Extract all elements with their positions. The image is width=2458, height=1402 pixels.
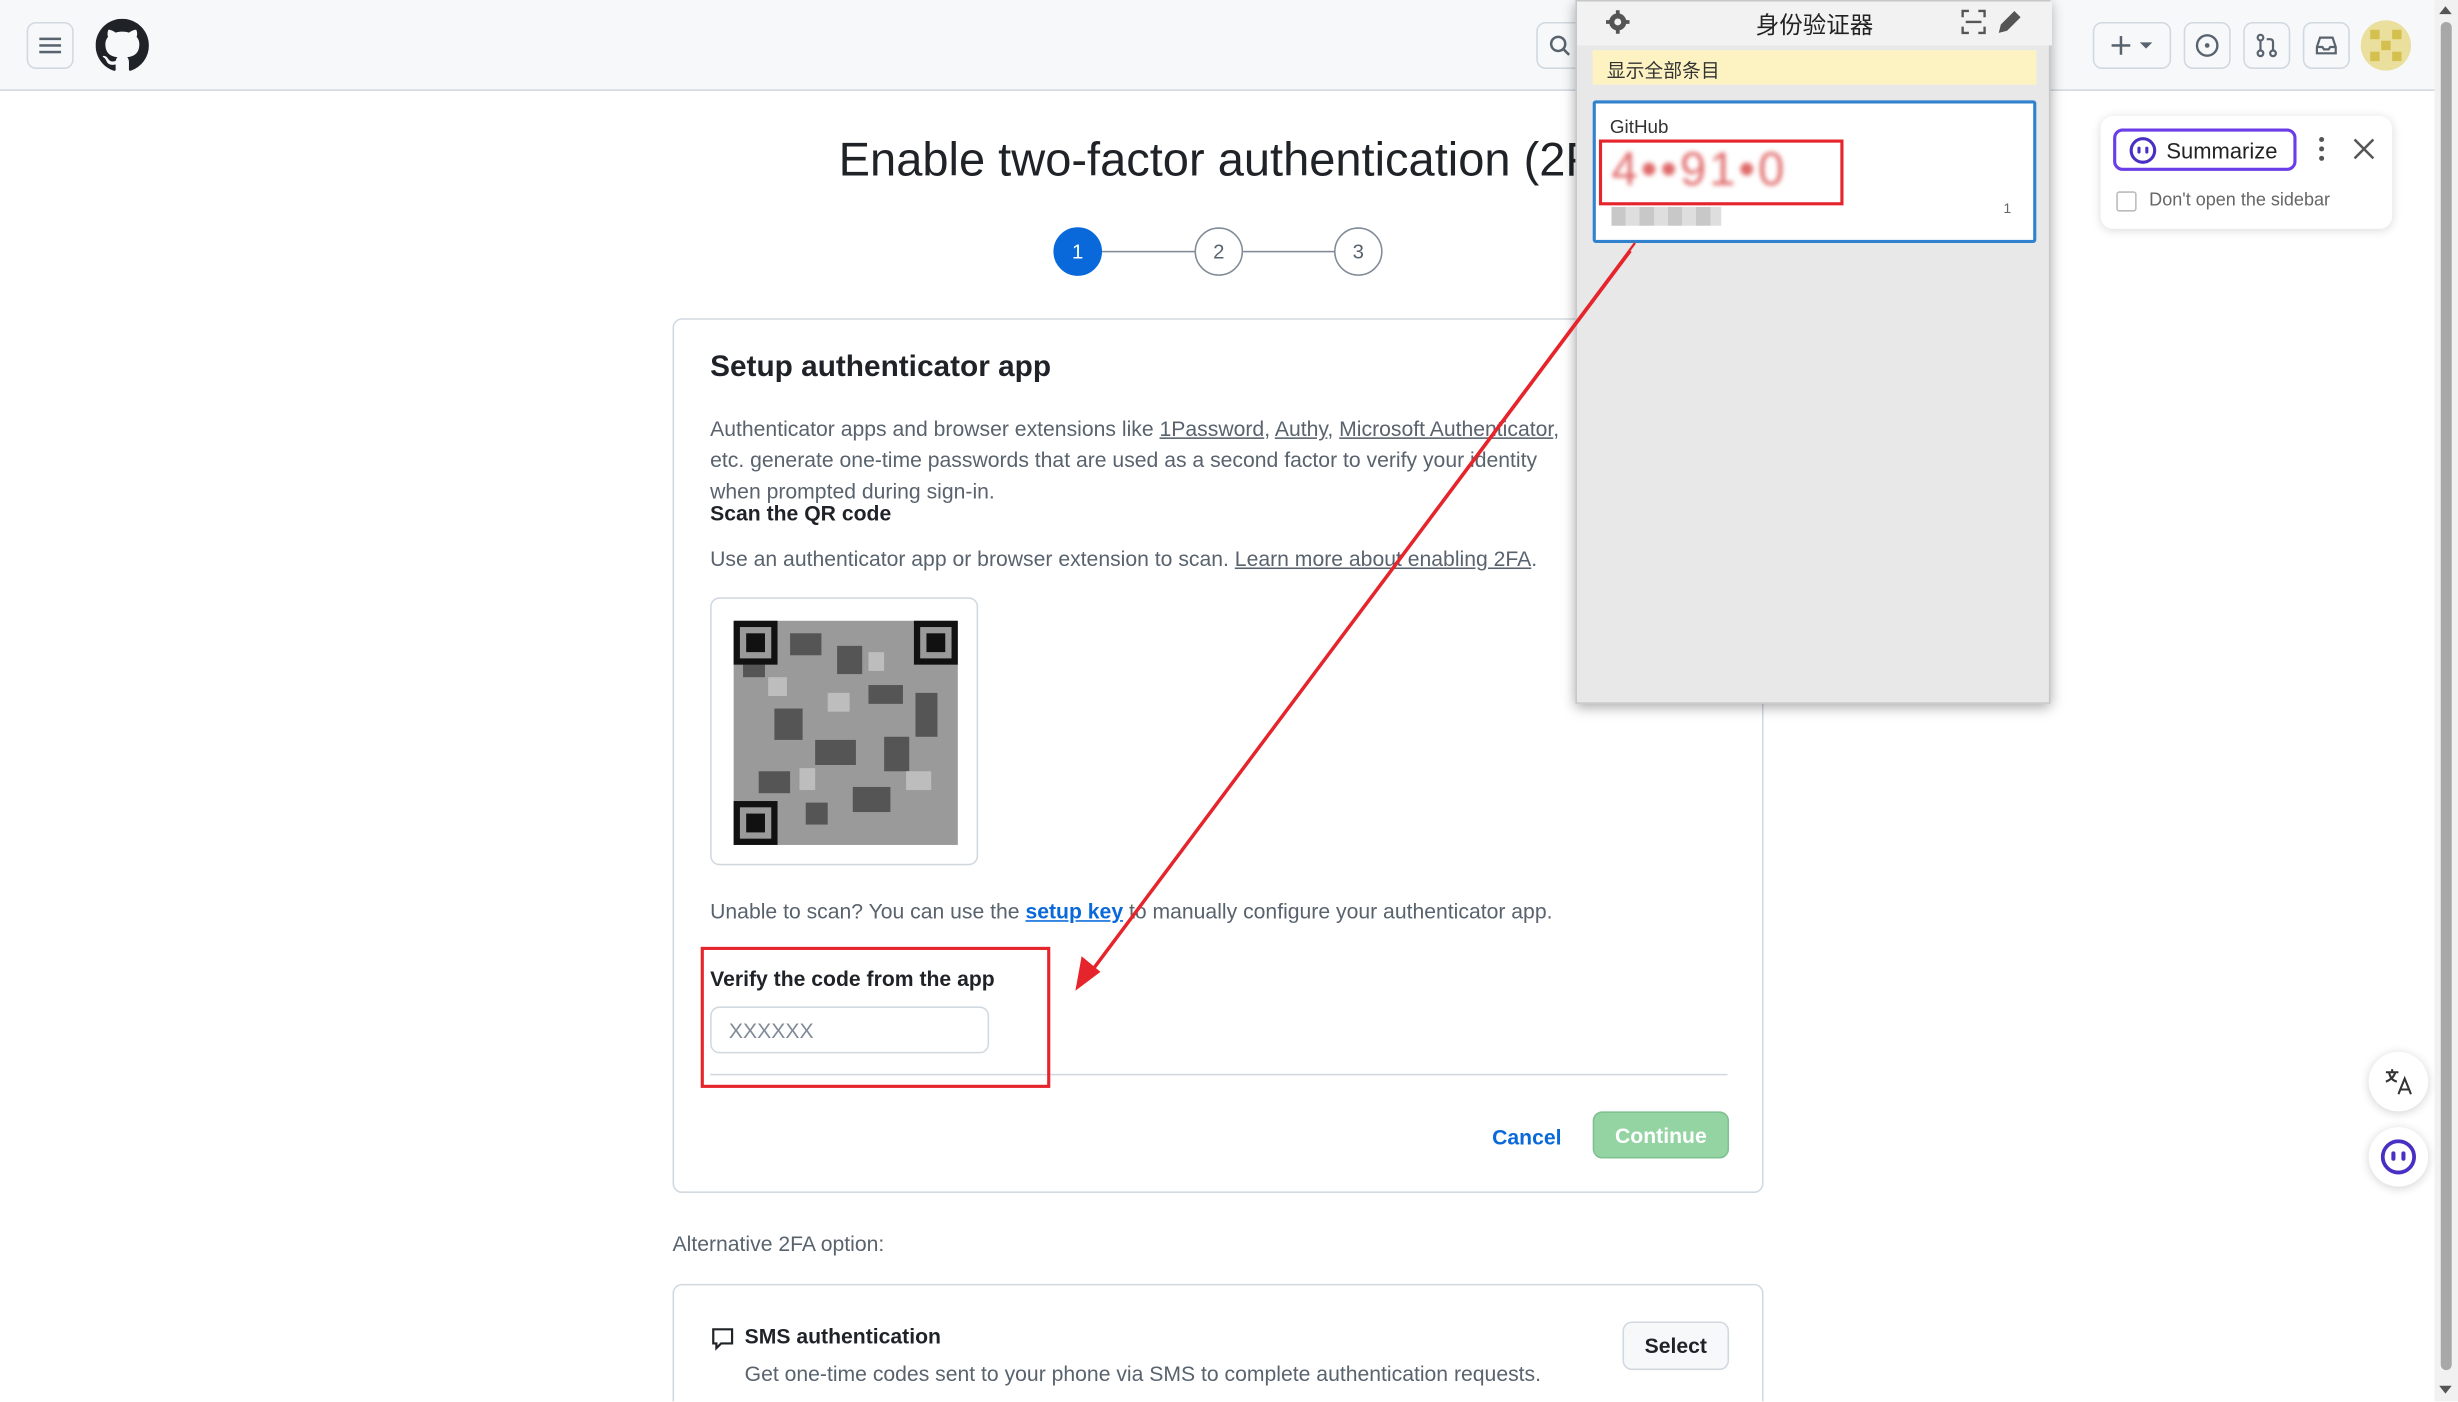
- dont-open-sidebar-checkbox[interactable]: [2116, 191, 2137, 212]
- pencil-icon[interactable]: [1997, 9, 2022, 34]
- continue-button[interactable]: Continue: [1592, 1111, 1730, 1159]
- sms-title: SMS authentication: [744, 1324, 941, 1349]
- comment-icon: [712, 1328, 734, 1351]
- step-1: 1: [1053, 227, 1103, 276]
- issue-opened-icon: [2195, 34, 2219, 57]
- screen: Enable two-factor authentication (2FA) 1…: [0, 0, 2458, 1402]
- desc-separator: ,: [1327, 416, 1340, 441]
- cancel-button[interactable]: Cancel: [1481, 1113, 1572, 1160]
- link-1password[interactable]: 1Password: [1160, 417, 1265, 441]
- link-microsoft-authenticator[interactable]: Microsoft Authenticator: [1339, 417, 1553, 441]
- popup-header: 身份验证器: [1577, 1, 2052, 46]
- otp-account-redacted: [1611, 206, 1722, 226]
- menu-button[interactable]: [26, 21, 74, 69]
- caret-down-icon: [2139, 42, 2153, 49]
- stepper-connector: [1243, 250, 1336, 253]
- summarize-panel: Summarize Don't open the sidebar: [2100, 116, 2393, 229]
- vertical-scrollbar[interactable]: [2434, 0, 2458, 1402]
- summarize-button[interactable]: Summarize: [2113, 128, 2297, 171]
- setup-key-link[interactable]: setup key: [1025, 900, 1123, 924]
- annotation-highlight-code: [1598, 139, 1844, 206]
- issues-button[interactable]: [2183, 21, 2231, 69]
- sms-description: Get one-time codes sent to your phone vi…: [744, 1362, 1542, 1386]
- otp-issuer: GitHub: [1609, 116, 1669, 138]
- avatar[interactable]: [2360, 20, 2411, 71]
- unable-prefix: Unable to scan? You can use the: [710, 899, 1026, 924]
- select-sms-button[interactable]: Select: [1622, 1321, 1730, 1371]
- desc-text: Authenticator apps and browser extension…: [710, 416, 1160, 441]
- github-logo-icon[interactable]: [95, 18, 149, 72]
- pull-requests-button[interactable]: [2243, 21, 2291, 69]
- create-new-button[interactable]: [2092, 21, 2172, 69]
- summarize-label: Summarize: [2166, 137, 2278, 163]
- link-authy[interactable]: Authy: [1275, 417, 1328, 441]
- scan-period: .: [1531, 547, 1538, 571]
- hamburger-icon: [39, 37, 62, 54]
- learn-more-link[interactable]: Learn more about enabling 2FA: [1235, 547, 1531, 571]
- stepper-connector: [1102, 250, 1195, 253]
- global-header: [0, 0, 2435, 91]
- sms-option-card: SMS authentication Get one-time codes se…: [672, 1283, 1764, 1402]
- assistant-face-icon: [2380, 1139, 2416, 1175]
- authenticator-extension-popup: 身份验证器 显示全部条目 GitHub 4••91•0 1: [1575, 0, 2052, 704]
- scan-text: Use an authenticator app or browser exte…: [710, 547, 1235, 571]
- inbox-button[interactable]: [2302, 21, 2350, 69]
- inbox-icon: [2315, 36, 2337, 55]
- search-icon: [1549, 35, 1571, 56]
- card-title: Setup authenticator app: [710, 351, 1052, 385]
- qr-code: [710, 597, 979, 866]
- assistant-float-button[interactable]: [2368, 1127, 2429, 1187]
- show-all-entries-notice[interactable]: 显示全部条目: [1592, 50, 2037, 85]
- card-description: Authenticator apps and browser extension…: [710, 414, 1588, 508]
- close-icon[interactable]: [2351, 135, 2376, 163]
- qr-code-image: [733, 620, 958, 845]
- scroll-down-arrow[interactable]: [2439, 1385, 2452, 1394]
- unable-suffix: to manually configure your authenticator…: [1123, 899, 1553, 924]
- stepper: 1 2 3: [1053, 227, 1385, 277]
- step-2: 2: [1194, 227, 1244, 276]
- kebab-menu-icon[interactable]: [2309, 135, 2334, 163]
- translate-button[interactable]: [2368, 1051, 2429, 1112]
- scan-qr-heading: Scan the QR code: [710, 501, 892, 526]
- scroll-thumb[interactable]: [2440, 21, 2452, 1371]
- plus-icon: [2111, 36, 2131, 55]
- step-3: 3: [1334, 227, 1383, 276]
- assistant-face-icon: [2129, 136, 2157, 164]
- scan-instructions: Use an authenticator app or browser exte…: [710, 547, 1537, 571]
- translate-icon: [2385, 1069, 2412, 1095]
- page-title: Enable two-factor authentication (2FA): [838, 134, 1639, 187]
- annotation-highlight-verify: [700, 946, 1051, 1088]
- unable-to-scan-text: Unable to scan? You can use the setup ke…: [710, 900, 1552, 924]
- alternative-2fa-label: Alternative 2FA option:: [672, 1232, 885, 1256]
- otp-counter: 1: [2003, 200, 2012, 217]
- desc-separator: ,: [1264, 416, 1275, 441]
- scan-qr-icon[interactable]: [1961, 9, 1986, 35]
- pull-request-icon: [2256, 33, 2277, 58]
- dont-open-sidebar-label: Don't open the sidebar: [2149, 191, 2331, 211]
- scroll-up-arrow[interactable]: [2439, 6, 2452, 15]
